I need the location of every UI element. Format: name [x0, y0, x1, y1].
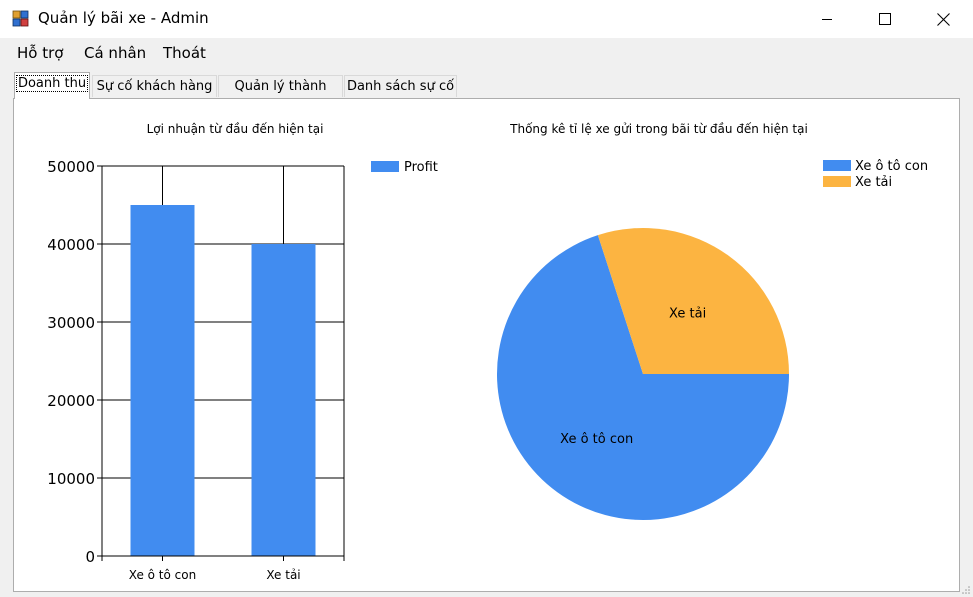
window-title: Quản lý bãi xe - Admin [38, 9, 209, 27]
legend-label: Xe ô tô con [855, 159, 928, 174]
close-button[interactable] [914, 0, 972, 38]
pie-chart-title: Thống kê tỉ lệ xe gửi trong bãi từ đầu đ… [509, 122, 808, 136]
tab-incident-list-label: Danh sách sự cố [346, 79, 455, 94]
legend-label: Xe tải [855, 175, 892, 190]
parking-ratio-pie-chart: Thống kê tỉ lệ xe gửi trong bãi từ đầu đ… [496, 122, 928, 520]
close-icon [936, 12, 950, 26]
y-tick-label: 30000 [47, 314, 95, 332]
y-tick-label: 20000 [47, 392, 95, 410]
tab-customer-incidents-label: Sự cố khách hàng [96, 79, 213, 94]
menu-exit[interactable]: Thoát [163, 44, 206, 62]
menu-help[interactable]: Hỗ trợ [17, 44, 63, 62]
legend-swatch [823, 176, 851, 187]
legend-swatch [823, 160, 851, 171]
y-tick-label: 40000 [47, 236, 95, 254]
maximize-icon [879, 13, 891, 25]
y-tick-label: 0 [85, 548, 95, 566]
y-tick-label: 10000 [47, 470, 95, 488]
y-tick-label: 50000 [47, 158, 95, 176]
bar [130, 205, 195, 556]
app-icon [12, 10, 29, 27]
revenue-tab-page: Lợi nhuận từ đầu đến hiện tại 0 10000 20000… [13, 98, 960, 592]
legend-label: Profit [404, 160, 438, 175]
tab-customer-incidents[interactable]: Sự cố khách hàng [92, 75, 217, 97]
profit-bar-chart: Lợi nhuận từ đầu đến hiện tại 0 10000 20000… [47, 122, 438, 582]
legend-swatch [371, 161, 399, 172]
pie-slice-label: Xe tải [669, 307, 706, 322]
bar [251, 244, 316, 556]
tab-revenue[interactable]: Doanh thu [14, 72, 90, 99]
minimize-button[interactable] [798, 0, 856, 38]
x-tick-label: Xe ô tô con [129, 568, 196, 582]
tab-revenue-label: Doanh thu [15, 75, 89, 92]
x-tick-label: Xe tải [266, 568, 300, 582]
maximize-button[interactable] [856, 0, 914, 38]
pie-slice-label: Xe ô tô con [560, 432, 633, 447]
tab-member-management[interactable]: Quản lý thành viên [218, 75, 343, 116]
title-bar: Quản lý bãi xe - Admin [0, 0, 973, 38]
menu-personal[interactable]: Cá nhân [84, 44, 146, 62]
resize-grip-icon[interactable] [961, 585, 971, 595]
tab-incident-list[interactable]: Danh sách sự cố [344, 75, 457, 97]
bar-chart-title: Lợi nhuận từ đầu đến hiện tại [147, 122, 324, 136]
menu-bar: Hỗ trợ Cá nhân Thoát [0, 38, 973, 68]
minimize-icon [822, 19, 832, 20]
